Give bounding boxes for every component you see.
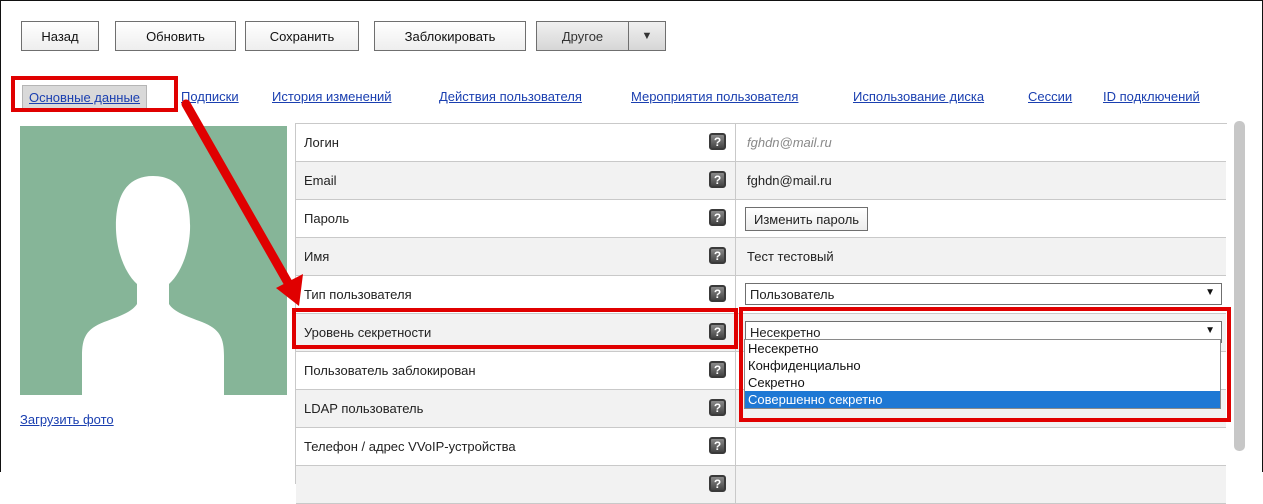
row-email: Email ? fghdn@mail.ru — [296, 162, 1226, 200]
column-divider — [735, 124, 736, 161]
ldap-label: LDAP пользователь — [304, 401, 424, 416]
secrecy-label: Уровень секретности — [304, 325, 432, 340]
user-silhouette-icon — [82, 176, 224, 395]
help-icon[interactable]: ? — [709, 437, 726, 454]
email-value: fghdn@mail.ru — [747, 173, 832, 188]
column-divider — [735, 314, 736, 351]
change-password-button[interactable]: Изменить пароль — [745, 207, 869, 231]
row-password: Пароль ? Изменить пароль — [296, 200, 1226, 238]
option-secret[interactable]: Секретно — [745, 374, 1220, 391]
help-icon[interactable]: ? — [709, 209, 726, 226]
column-divider — [735, 390, 736, 427]
name-value: Тест тестовый — [747, 249, 834, 264]
secrecy-options-list: Несекретно Конфиденциально Секретно Сове… — [744, 339, 1221, 409]
user-type-selected: Пользователь — [750, 286, 835, 302]
column-divider — [735, 238, 736, 275]
secrecy-selected: Несекретно — [750, 324, 821, 340]
email-label: Email — [304, 173, 337, 188]
blocked-label: Пользователь заблокирован — [304, 363, 476, 378]
column-divider — [735, 352, 736, 389]
upload-photo-link[interactable]: Загрузить фото — [20, 412, 114, 427]
column-divider — [735, 276, 736, 313]
other-dropdown-icon[interactable]: ▼ — [628, 21, 666, 51]
user-properties-table: Логин ? fghdn@mail.ru Email ? fghdn@mail… — [295, 123, 1227, 504]
password-label: Пароль — [304, 211, 350, 226]
help-icon[interactable]: ? — [709, 361, 726, 378]
user-type-select[interactable]: Пользователь ▼ — [745, 283, 1222, 305]
phone-label: Телефон / адрес VVoIP-устройства — [304, 439, 516, 454]
tab-user-events[interactable]: Мероприятия пользователя — [631, 89, 798, 104]
tab-disk-usage[interactable]: Использование диска — [853, 89, 984, 104]
help-icon[interactable]: ? — [709, 171, 726, 188]
avatar — [20, 126, 287, 395]
help-icon[interactable]: ? — [709, 247, 726, 264]
help-icon[interactable]: ? — [709, 399, 726, 416]
option-confidential[interactable]: Конфиденциально — [745, 357, 1220, 374]
refresh-button[interactable]: Обновить — [115, 21, 236, 51]
tab-subscriptions[interactable]: Подписки — [181, 89, 239, 104]
back-button[interactable]: Назад — [21, 21, 99, 51]
tab-change-history[interactable]: История изменений — [272, 89, 392, 104]
login-label: Логин — [304, 135, 339, 150]
name-label: Имя — [304, 249, 330, 264]
column-divider — [735, 466, 736, 503]
row-login: Логин ? fghdn@mail.ru — [296, 124, 1226, 162]
row-phone: Телефон / адрес VVoIP-устройства ? — [296, 428, 1226, 466]
tab-connection-ids[interactable]: ID подключений — [1103, 89, 1200, 104]
row-partial: ? — [296, 466, 1226, 504]
tab-sessions[interactable]: Сессии — [1028, 89, 1072, 104]
column-divider — [735, 200, 736, 237]
column-divider — [735, 428, 736, 465]
row-user-type: Тип пользователя ? Пользователь ▼ — [296, 276, 1226, 314]
option-unclassified[interactable]: Несекретно — [745, 340, 1220, 357]
column-divider — [735, 162, 736, 199]
row-name: Имя ? Тест тестовый — [296, 238, 1226, 276]
help-icon[interactable]: ? — [709, 133, 726, 150]
chevron-down-icon: ▼ — [1205, 325, 1215, 336]
tab-user-actions[interactable]: Действия пользователя — [439, 89, 582, 104]
scrollbar-thumb[interactable] — [1234, 121, 1245, 451]
chevron-down-icon: ▼ — [1205, 287, 1215, 298]
user-type-label: Тип пользователя — [304, 287, 412, 302]
help-icon[interactable]: ? — [709, 323, 726, 340]
other-button[interactable]: Другое — [536, 21, 629, 51]
save-button[interactable]: Сохранить — [245, 21, 359, 51]
help-icon[interactable]: ? — [709, 285, 726, 302]
login-input[interactable]: fghdn@mail.ru — [747, 124, 832, 161]
help-icon[interactable]: ? — [709, 475, 726, 492]
tab-main-data[interactable]: Основные данные — [22, 85, 148, 110]
block-button[interactable]: Заблокировать — [374, 21, 526, 51]
option-top-secret[interactable]: Совершенно секретно — [745, 391, 1220, 408]
